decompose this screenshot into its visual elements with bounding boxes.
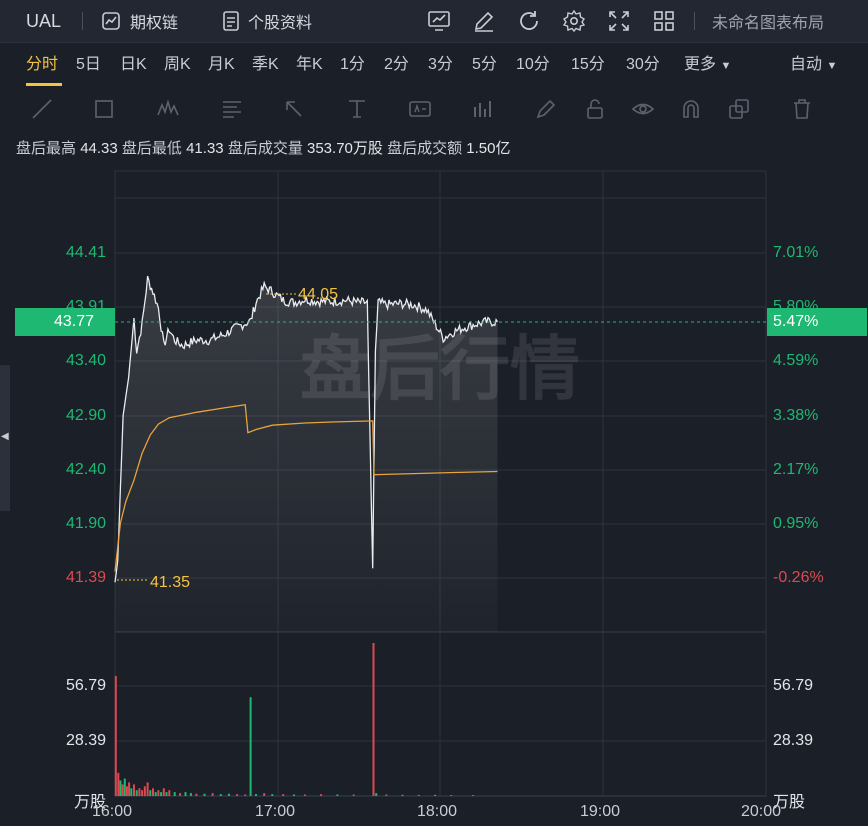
volume-bar [114, 675, 117, 796]
volume-bar [117, 772, 120, 796]
volume-bar [195, 793, 198, 796]
volume-bar [157, 790, 160, 796]
volume-bar [255, 794, 257, 796]
current-percent-badge: 5.47% [767, 308, 867, 336]
volume-bar [472, 795, 475, 796]
volume-bar [184, 792, 187, 796]
time-tick: 19:00 [580, 803, 621, 820]
volume-bar [146, 782, 149, 796]
current-percent-value: 5.47% [773, 313, 819, 330]
percent-tick: 7.01% [773, 244, 819, 261]
volume-bar [450, 795, 453, 796]
volume-bar [152, 788, 154, 796]
volume-bar [123, 778, 126, 796]
volume-tick: 28.39 [773, 732, 814, 749]
volume-bar [336, 794, 339, 796]
intraday-chart[interactable]: 盘后行情 44.05 41.35 [0, 0, 868, 826]
percent-tick: 4.59% [773, 352, 819, 369]
volume-bar [303, 794, 306, 796]
volume-bar [372, 643, 375, 796]
caret-left-icon: ◀ [1, 431, 9, 442]
percent-tick: 2.17% [773, 461, 819, 478]
time-tick: 17:00 [255, 803, 296, 820]
volume-bar [236, 794, 239, 796]
time-tick: 18:00 [417, 803, 458, 820]
time-tick: 20:00 [741, 803, 782, 820]
volume-bar [160, 792, 163, 796]
volume-bar [320, 794, 323, 796]
volume-bars [114, 643, 475, 796]
price-tick: 44.41 [65, 244, 106, 261]
volume-bar [227, 793, 230, 796]
percent-tick: -0.26% [773, 569, 824, 586]
volume-tick: 56.79 [773, 677, 814, 694]
volume-tick: 28.39 [65, 732, 106, 749]
current-price-value: 43.77 [54, 313, 95, 330]
volume-bar [244, 794, 247, 796]
current-price-badge: 43.77 [15, 308, 115, 336]
volume-bar [162, 788, 165, 796]
volume-tick: 56.79 [65, 677, 106, 694]
volume-bar [263, 793, 266, 796]
percent-tick: 0.95% [773, 515, 819, 532]
volume-bar [211, 793, 214, 796]
min-marker-label: 41.35 [150, 574, 190, 591]
volume-bar [119, 780, 122, 796]
max-marker-label: 44.05 [298, 286, 338, 303]
volume-bar [138, 788, 141, 796]
percent-tick: 3.38% [773, 407, 819, 424]
volume-bar [352, 794, 355, 796]
volume-bar [149, 790, 152, 796]
volume-bar [121, 784, 124, 796]
volume-bar [375, 793, 378, 796]
price-tick: 42.90 [65, 407, 106, 424]
volume-bar [434, 794, 437, 796]
volume-bar [125, 786, 128, 796]
side-panel-toggle[interactable]: ◀ [0, 365, 10, 511]
volume-bar [143, 786, 146, 796]
volume-bar [135, 790, 138, 796]
volume-bar [189, 793, 192, 796]
volume-bar [271, 794, 274, 796]
volume-bar [249, 697, 252, 796]
volume-bar [168, 790, 171, 796]
volume-bar [130, 788, 133, 796]
volume-bar [417, 794, 420, 796]
time-tick: 16:00 [92, 803, 133, 820]
volume-bar [141, 790, 144, 796]
volume-bar [219, 794, 222, 796]
volume-bar [133, 784, 135, 796]
volume-bar [293, 794, 295, 796]
volume-bar [401, 794, 404, 796]
volume-bar [165, 792, 168, 796]
volume-bar [128, 782, 131, 796]
volume-bar [154, 792, 157, 796]
volume-bar [179, 793, 182, 796]
price-tick: 41.90 [65, 515, 106, 532]
volume-bar [203, 793, 206, 796]
price-tick: 41.39 [65, 569, 106, 586]
volume-bar [385, 794, 388, 796]
volume-bar [282, 794, 285, 796]
price-tick: 43.40 [65, 352, 106, 369]
price-tick: 42.40 [65, 461, 106, 478]
volume-bar [173, 792, 176, 796]
